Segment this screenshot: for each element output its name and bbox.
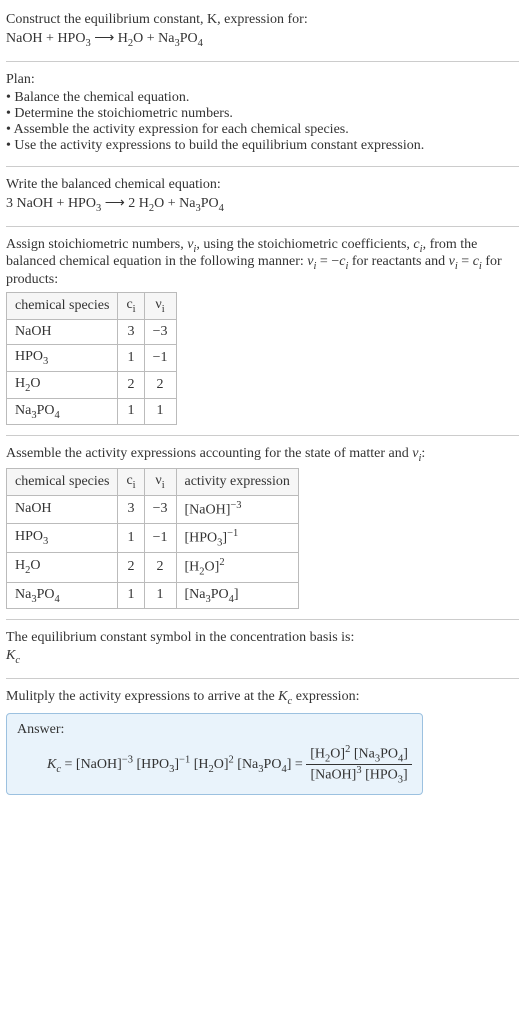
col-ci: ci: [118, 293, 144, 320]
plan-item: Assemble the activity expression for eac…: [6, 122, 519, 138]
table-row: HPO3 1 −1: [7, 344, 177, 371]
balanced-equation: 3 NaOH + HPO3 ⟶ 2 H2O + Na3PO4: [6, 195, 519, 214]
cell-vi: 2: [144, 371, 176, 398]
cell-vi: 2: [144, 553, 176, 582]
document-page: Construct the equilibrium constant, K, e…: [0, 0, 525, 813]
col-species: chemical species: [7, 469, 118, 496]
col-species: chemical species: [7, 293, 118, 320]
cell-vi: −3: [144, 495, 176, 523]
cell-vi: −1: [144, 344, 176, 371]
answer-fraction: [H2O]2 [Na3PO4] [NaOH]3 [HPO3]: [306, 744, 412, 786]
stoich-text: Assign stoichiometric numbers, νi, using…: [6, 237, 519, 289]
table-row: H2O 2 2: [7, 371, 177, 398]
cell-ci: 2: [118, 553, 144, 582]
table-row: Na3PO4 1 1 [Na3PO4]: [7, 582, 299, 609]
answer-eq-left: Kc = [NaOH]−3 [HPO3]−1 [H2O]2 [Na3PO4] =: [47, 757, 306, 772]
cell-ci: 3: [118, 495, 144, 523]
balanced-heading: Write the balanced chemical equation:: [6, 177, 519, 193]
divider: [6, 619, 519, 620]
table-header-row: chemical species ci νi: [7, 293, 177, 320]
table-row: HPO3 1 −1 [HPO3]−1: [7, 523, 299, 552]
cell-ci: 1: [118, 523, 144, 552]
plan-list: Balance the chemical equation. Determine…: [6, 90, 519, 154]
multiply-text: Mulitply the activity expressions to arr…: [6, 689, 519, 707]
cell-activity: [NaOH]−3: [176, 495, 298, 523]
title-section: Construct the equilibrium constant, K, e…: [6, 4, 519, 59]
cell-vi: −1: [144, 523, 176, 552]
stoich-table: chemical species ci νi NaOH 3 −3 HPO3 1 …: [6, 292, 177, 425]
col-ci: ci: [118, 469, 144, 496]
table-header-row: chemical species ci νi activity expressi…: [7, 469, 299, 496]
answer-box: Answer: Kc = [NaOH]−3 [HPO3]−1 [H2O]2 [N…: [6, 713, 423, 795]
cell-species: H2O: [7, 553, 118, 582]
plan-section: Plan: Balance the chemical equation. Det…: [6, 64, 519, 164]
answer-frac-den: [NaOH]3 [HPO3]: [306, 765, 412, 785]
table-row: NaOH 3 −3 [NaOH]−3: [7, 495, 299, 523]
stoich-section: Assign stoichiometric numbers, νi, using…: [6, 229, 519, 434]
plan-item: Determine the stoichiometric numbers.: [6, 106, 519, 122]
cell-ci: 1: [118, 344, 144, 371]
cell-species: H2O: [7, 371, 118, 398]
divider: [6, 678, 519, 679]
cell-ci: 1: [118, 398, 144, 425]
answer-frac-num: [H2O]2 [Na3PO4]: [306, 744, 412, 765]
cell-ci: 3: [118, 319, 144, 344]
cell-vi: −3: [144, 319, 176, 344]
col-vi: νi: [144, 469, 176, 496]
activity-text: Assemble the activity expressions accoun…: [6, 446, 519, 464]
cell-activity: [H2O]2: [176, 553, 298, 582]
cell-ci: 1: [118, 582, 144, 609]
divider: [6, 166, 519, 167]
table-row: H2O 2 2 [H2O]2: [7, 553, 299, 582]
table-row: NaOH 3 −3: [7, 319, 177, 344]
balanced-section: Write the balanced chemical equation: 3 …: [6, 169, 519, 224]
answer-equation: Kc = [NaOH]−3 [HPO3]−1 [H2O]2 [Na3PO4] =…: [17, 744, 412, 786]
cell-species: HPO3: [7, 344, 118, 371]
cell-species: Na3PO4: [7, 398, 118, 425]
cell-species: NaOH: [7, 319, 118, 344]
table-row: Na3PO4 1 1: [7, 398, 177, 425]
kc-symbol: Kc: [6, 648, 519, 666]
plan-item: Balance the chemical equation.: [6, 90, 519, 106]
plan-heading: Plan:: [6, 72, 519, 88]
cell-ci: 2: [118, 371, 144, 398]
cell-species: Na3PO4: [7, 582, 118, 609]
cell-vi: 1: [144, 582, 176, 609]
cell-species: HPO3: [7, 523, 118, 552]
activity-section: Assemble the activity expressions accoun…: [6, 438, 519, 617]
divider: [6, 435, 519, 436]
kc-symbol-section: The equilibrium constant symbol in the c…: [6, 622, 519, 676]
cell-species: NaOH: [7, 495, 118, 523]
cell-activity: [Na3PO4]: [176, 582, 298, 609]
col-activity: activity expression: [176, 469, 298, 496]
answer-label: Answer:: [17, 722, 412, 738]
activity-table: chemical species ci νi activity expressi…: [6, 468, 299, 609]
title-equation: NaOH + HPO3 ⟶ H2O + Na3PO4: [6, 30, 519, 49]
title-line1: Construct the equilibrium constant, K, e…: [6, 12, 519, 28]
divider: [6, 226, 519, 227]
cell-activity: [HPO3]−1: [176, 523, 298, 552]
divider: [6, 61, 519, 62]
answer-section: Mulitply the activity expressions to arr…: [6, 681, 519, 803]
plan-item: Use the activity expressions to build th…: [6, 138, 519, 154]
col-vi: νi: [144, 293, 176, 320]
cell-vi: 1: [144, 398, 176, 425]
kc-symbol-text: The equilibrium constant symbol in the c…: [6, 630, 519, 646]
